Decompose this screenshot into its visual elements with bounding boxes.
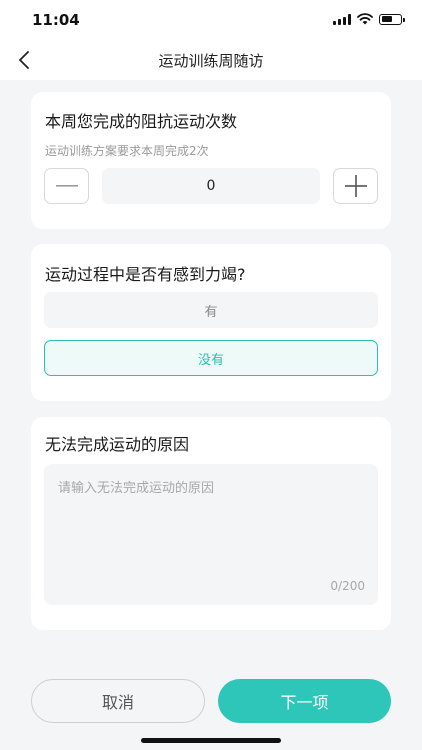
minus-icon xyxy=(55,185,78,187)
page-title: 运动训练周随访 xyxy=(158,52,264,70)
reason-card: 无法完成运动的原因 0/200 xyxy=(31,417,391,630)
next-button[interactable]: 下一项 xyxy=(218,679,391,723)
plus-icon xyxy=(344,175,367,197)
resistance-card-title: 本周您完成的阻抗运动次数 xyxy=(45,112,238,131)
status-bar: 11:04 xyxy=(0,0,422,40)
increment-button[interactable] xyxy=(333,168,378,204)
resistance-card-subtitle: 运动训练方案要求本周完成2次 xyxy=(45,144,209,158)
status-time: 11:04 xyxy=(32,11,80,29)
battery-icon xyxy=(379,13,405,25)
count-input[interactable] xyxy=(102,168,320,204)
resistance-exercise-card: 本周您完成的阻抗运动次数 运动训练方案要求本周完成2次 xyxy=(31,92,391,229)
decrement-button[interactable] xyxy=(44,168,89,204)
reason-textarea[interactable] xyxy=(44,464,378,574)
status-icons xyxy=(333,13,405,25)
home-indicator xyxy=(141,738,281,743)
cancel-button[interactable]: 取消 xyxy=(31,679,205,723)
nav-bar: 运动训练周随访 xyxy=(0,40,422,80)
wifi-icon xyxy=(357,13,373,25)
cellular-signal-icon xyxy=(333,13,351,25)
char-count: 0/200 xyxy=(330,579,365,593)
reason-textarea-container: 0/200 xyxy=(44,464,378,605)
option-yes[interactable]: 有 xyxy=(44,292,378,328)
option-no[interactable]: 没有 xyxy=(44,340,378,376)
fatigue-card-title: 运动过程中是否有感到力竭? xyxy=(45,265,246,284)
reason-card-title: 无法完成运动的原因 xyxy=(45,435,190,454)
fatigue-card: 运动过程中是否有感到力竭? 有 没有 xyxy=(31,244,391,401)
